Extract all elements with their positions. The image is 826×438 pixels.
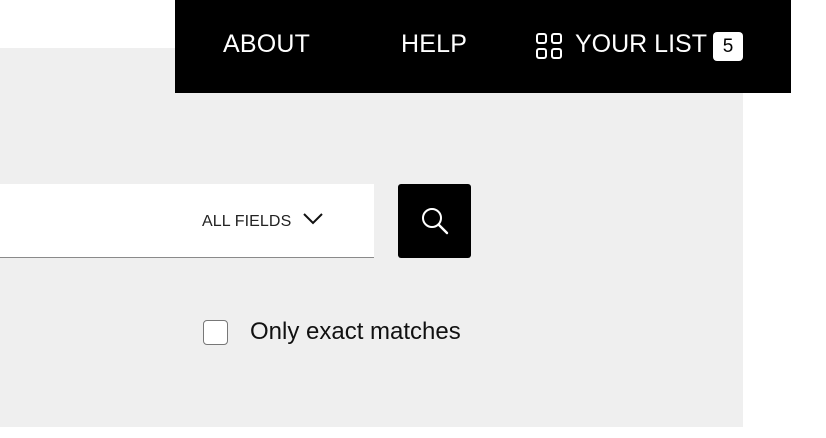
search-input[interactable] — [0, 184, 180, 257]
nav-help-link[interactable]: HELP — [401, 29, 467, 59]
field-selector-dropdown[interactable]: ALL FIELDS — [202, 184, 374, 257]
list-count-badge: 5 — [713, 32, 743, 61]
grid-icon — [536, 33, 562, 59]
field-selector-label: ALL FIELDS — [202, 213, 292, 230]
exact-matches-checkbox[interactable] — [203, 320, 228, 345]
nav-about-link[interactable]: ABOUT — [223, 29, 310, 59]
chevron-down-icon — [302, 212, 324, 226]
exact-matches-label: Only exact matches — [250, 318, 461, 345]
your-list-label: YOUR LIST — [575, 30, 707, 58]
top-navigation: ABOUT HELP YOUR LIST 5 — [175, 0, 791, 93]
search-field: ALL FIELDS — [0, 184, 374, 258]
search-icon — [422, 208, 449, 235]
search-button[interactable] — [398, 184, 471, 258]
